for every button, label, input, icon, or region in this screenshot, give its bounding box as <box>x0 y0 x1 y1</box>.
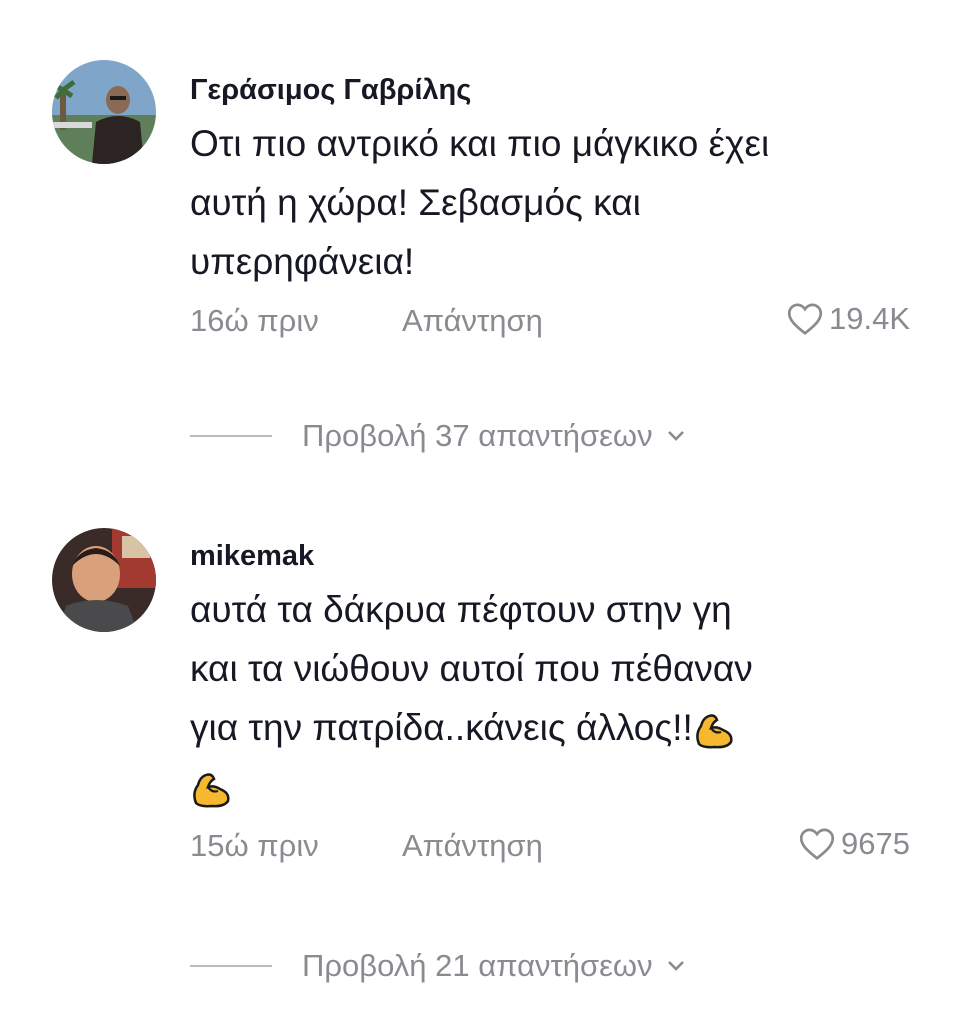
flexed-biceps-icon <box>193 773 230 808</box>
reply-button[interactable]: Απάντηση <box>402 828 543 864</box>
view-replies-button[interactable]: Προβολή 21 απαντήσεων <box>190 948 685 984</box>
comment-text-line: και τα νιώθουν αυτοί που πέθαναν <box>190 648 753 689</box>
comment-text-line: υπερηφάνεια! <box>190 241 415 282</box>
reply-button[interactable]: Απάντηση <box>402 303 543 339</box>
divider-line <box>190 435 272 437</box>
heart-icon <box>799 828 835 860</box>
comment-meta: 16ώ πριν Απάντηση 19.4K <box>190 297 910 345</box>
heart-icon <box>787 303 823 335</box>
comment-time: 15ώ πριν <box>190 828 319 863</box>
like-button[interactable]: 9675 <box>799 826 910 862</box>
comment-text-line <box>190 757 910 816</box>
like-count: 9675 <box>841 826 910 861</box>
comment-text-line: αυτά τα δάκρυα πέφτουν στην γη <box>190 589 732 630</box>
comment-username[interactable]: Γεράσιμος Γαβρίλης <box>190 72 910 108</box>
comment-text-line: Οτι πιο αντρικό και πιο μάγκικο έχει <box>190 123 770 164</box>
like-count: 19.4K <box>828 301 910 336</box>
comment-text-line: αυτή η χώρα! Σεβασμός και <box>190 182 641 223</box>
comment-username[interactable]: mikemak <box>190 538 910 574</box>
comment-text: αυτά τα δάκρυα πέφτουν στην γη και τα νι… <box>190 580 910 816</box>
avatar[interactable] <box>52 60 156 164</box>
comment-text: Οτι πιο αντρικό και πιο μάγκικο έχει αυτ… <box>190 114 910 291</box>
view-replies-button[interactable]: Προβολή 37 απαντήσεων <box>190 418 685 454</box>
chevron-down-icon <box>667 961 684 971</box>
flexed-biceps-icon <box>695 714 733 749</box>
divider-line <box>190 965 272 967</box>
comment-body: Γεράσιμος Γαβρίλης Οτι πιο αντρικό και π… <box>190 72 910 345</box>
comment-meta: 15ώ πριν Απάντηση 9675 <box>190 822 910 870</box>
comment-text-line: για την πατρίδα..κάνεις άλλος!! <box>190 698 910 757</box>
chevron-down-icon <box>667 431 684 441</box>
comment-body: mikemak αυτά τα δάκρυα πέφτουν στην γη κ… <box>190 538 910 870</box>
avatar[interactable] <box>52 528 156 632</box>
comment-text-segment: για την πατρίδα..κάνεις άλλος!! <box>190 707 693 748</box>
view-replies-label: Προβολή 37 απαντήσεων <box>302 418 653 453</box>
comment-time: 16ώ πριν <box>190 303 319 338</box>
like-button[interactable]: 19.4K <box>787 301 910 337</box>
view-replies-label: Προβολή 21 απαντήσεων <box>302 948 653 983</box>
